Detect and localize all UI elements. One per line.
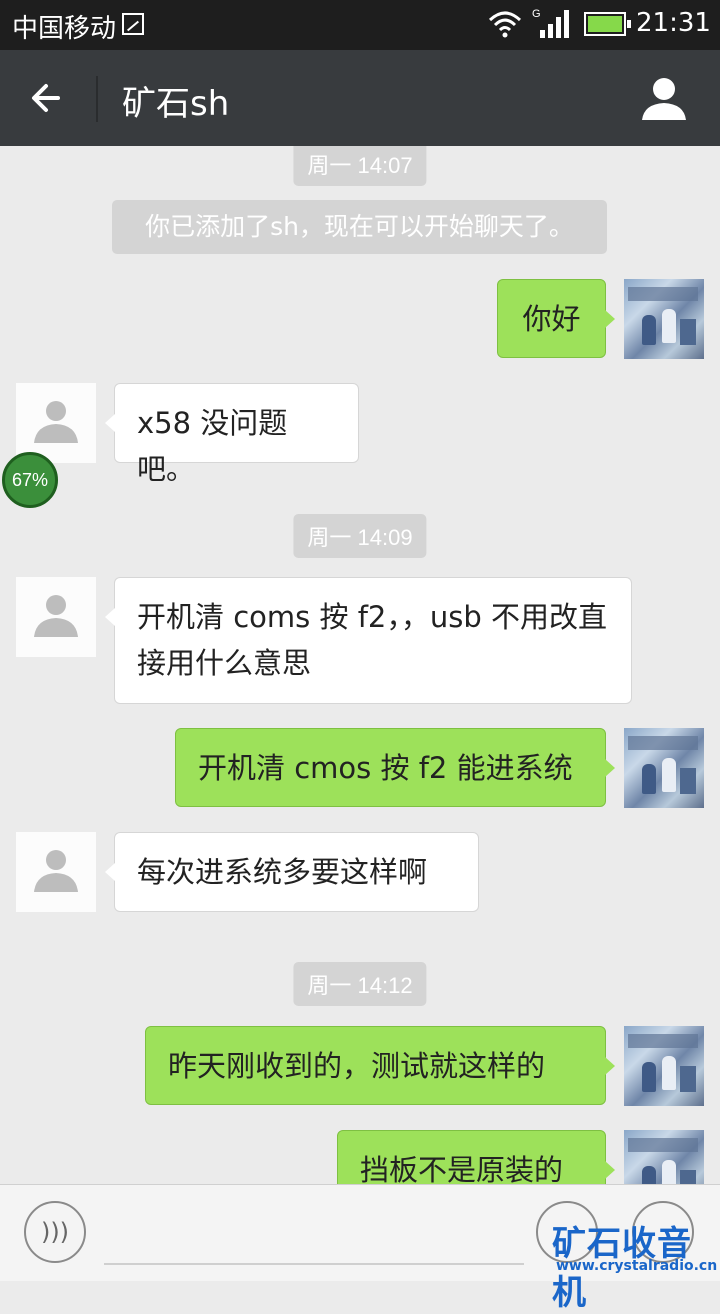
network-type: G [532,8,541,20]
person-placeholder-icon [34,401,78,443]
system-message: 你已添加了sh，现在可以开始聊天了。 [112,200,607,254]
contact-avatar[interactable] [16,832,96,912]
contact-avatar[interactable] [16,577,96,657]
chat-header: 矿石sh [0,50,720,146]
contact-avatar[interactable] [16,383,96,463]
message-bubble-received[interactable]: x58 没问题吧。 [105,383,359,486]
my-avatar[interactable] [624,1130,704,1184]
message-input[interactable] [104,1263,524,1265]
carrier-name: 中国移动 [12,14,117,44]
wifi-icon [488,11,522,38]
watermark-url: www.crystalradio.cn [556,1258,718,1274]
image-notification-icon [122,13,144,35]
header-divider [96,76,98,122]
person-icon [642,78,686,120]
chat-title: 矿石sh [122,84,230,124]
my-avatar[interactable] [624,279,704,359]
back-button[interactable] [28,76,72,120]
message-bubble-sent[interactable]: 你好 [497,279,615,358]
my-avatar[interactable] [624,1026,704,1106]
message-bubble-sent[interactable]: 开机清 cmos 按 f2 能进系统 [175,728,615,807]
timestamp: 周一 14:12 [293,962,427,1006]
message-bubble-received[interactable]: 开机清 coms 按 f2，，usb 不用改直接用什么意思 [105,577,632,704]
status-bar: 中国移动 G 21:31 [0,0,720,50]
chat-area[interactable]: 周一 14:07 你已添加了sh，现在可以开始聊天了。 你好 x58 没问题吧。… [0,146,720,1184]
message-bubble-received[interactable]: 每次进系统多要这样啊 [105,832,479,912]
voice-icon: ))) [40,1218,70,1246]
signal-icon: G [532,8,569,38]
profile-button[interactable] [640,74,688,122]
person-placeholder-icon [34,850,78,892]
arrow-left-icon [32,84,60,112]
timestamp: 周一 14:07 [293,146,427,186]
clock: 21:31 [636,8,711,38]
timestamp: 周一 14:09 [293,514,427,558]
my-avatar[interactable] [624,728,704,808]
voice-button[interactable]: ))) [24,1201,86,1263]
message-bubble-sent[interactable]: 挡板不是原装的 [337,1130,615,1184]
battery-icon [584,12,631,36]
progress-badge[interactable]: 67% [2,452,58,508]
message-bubble-sent[interactable]: 昨天刚收到的，测试就这样的 [145,1026,615,1105]
person-placeholder-icon [34,595,78,637]
watermark-logo: 矿石收音机 www.crystalradio.cn [552,1216,720,1314]
